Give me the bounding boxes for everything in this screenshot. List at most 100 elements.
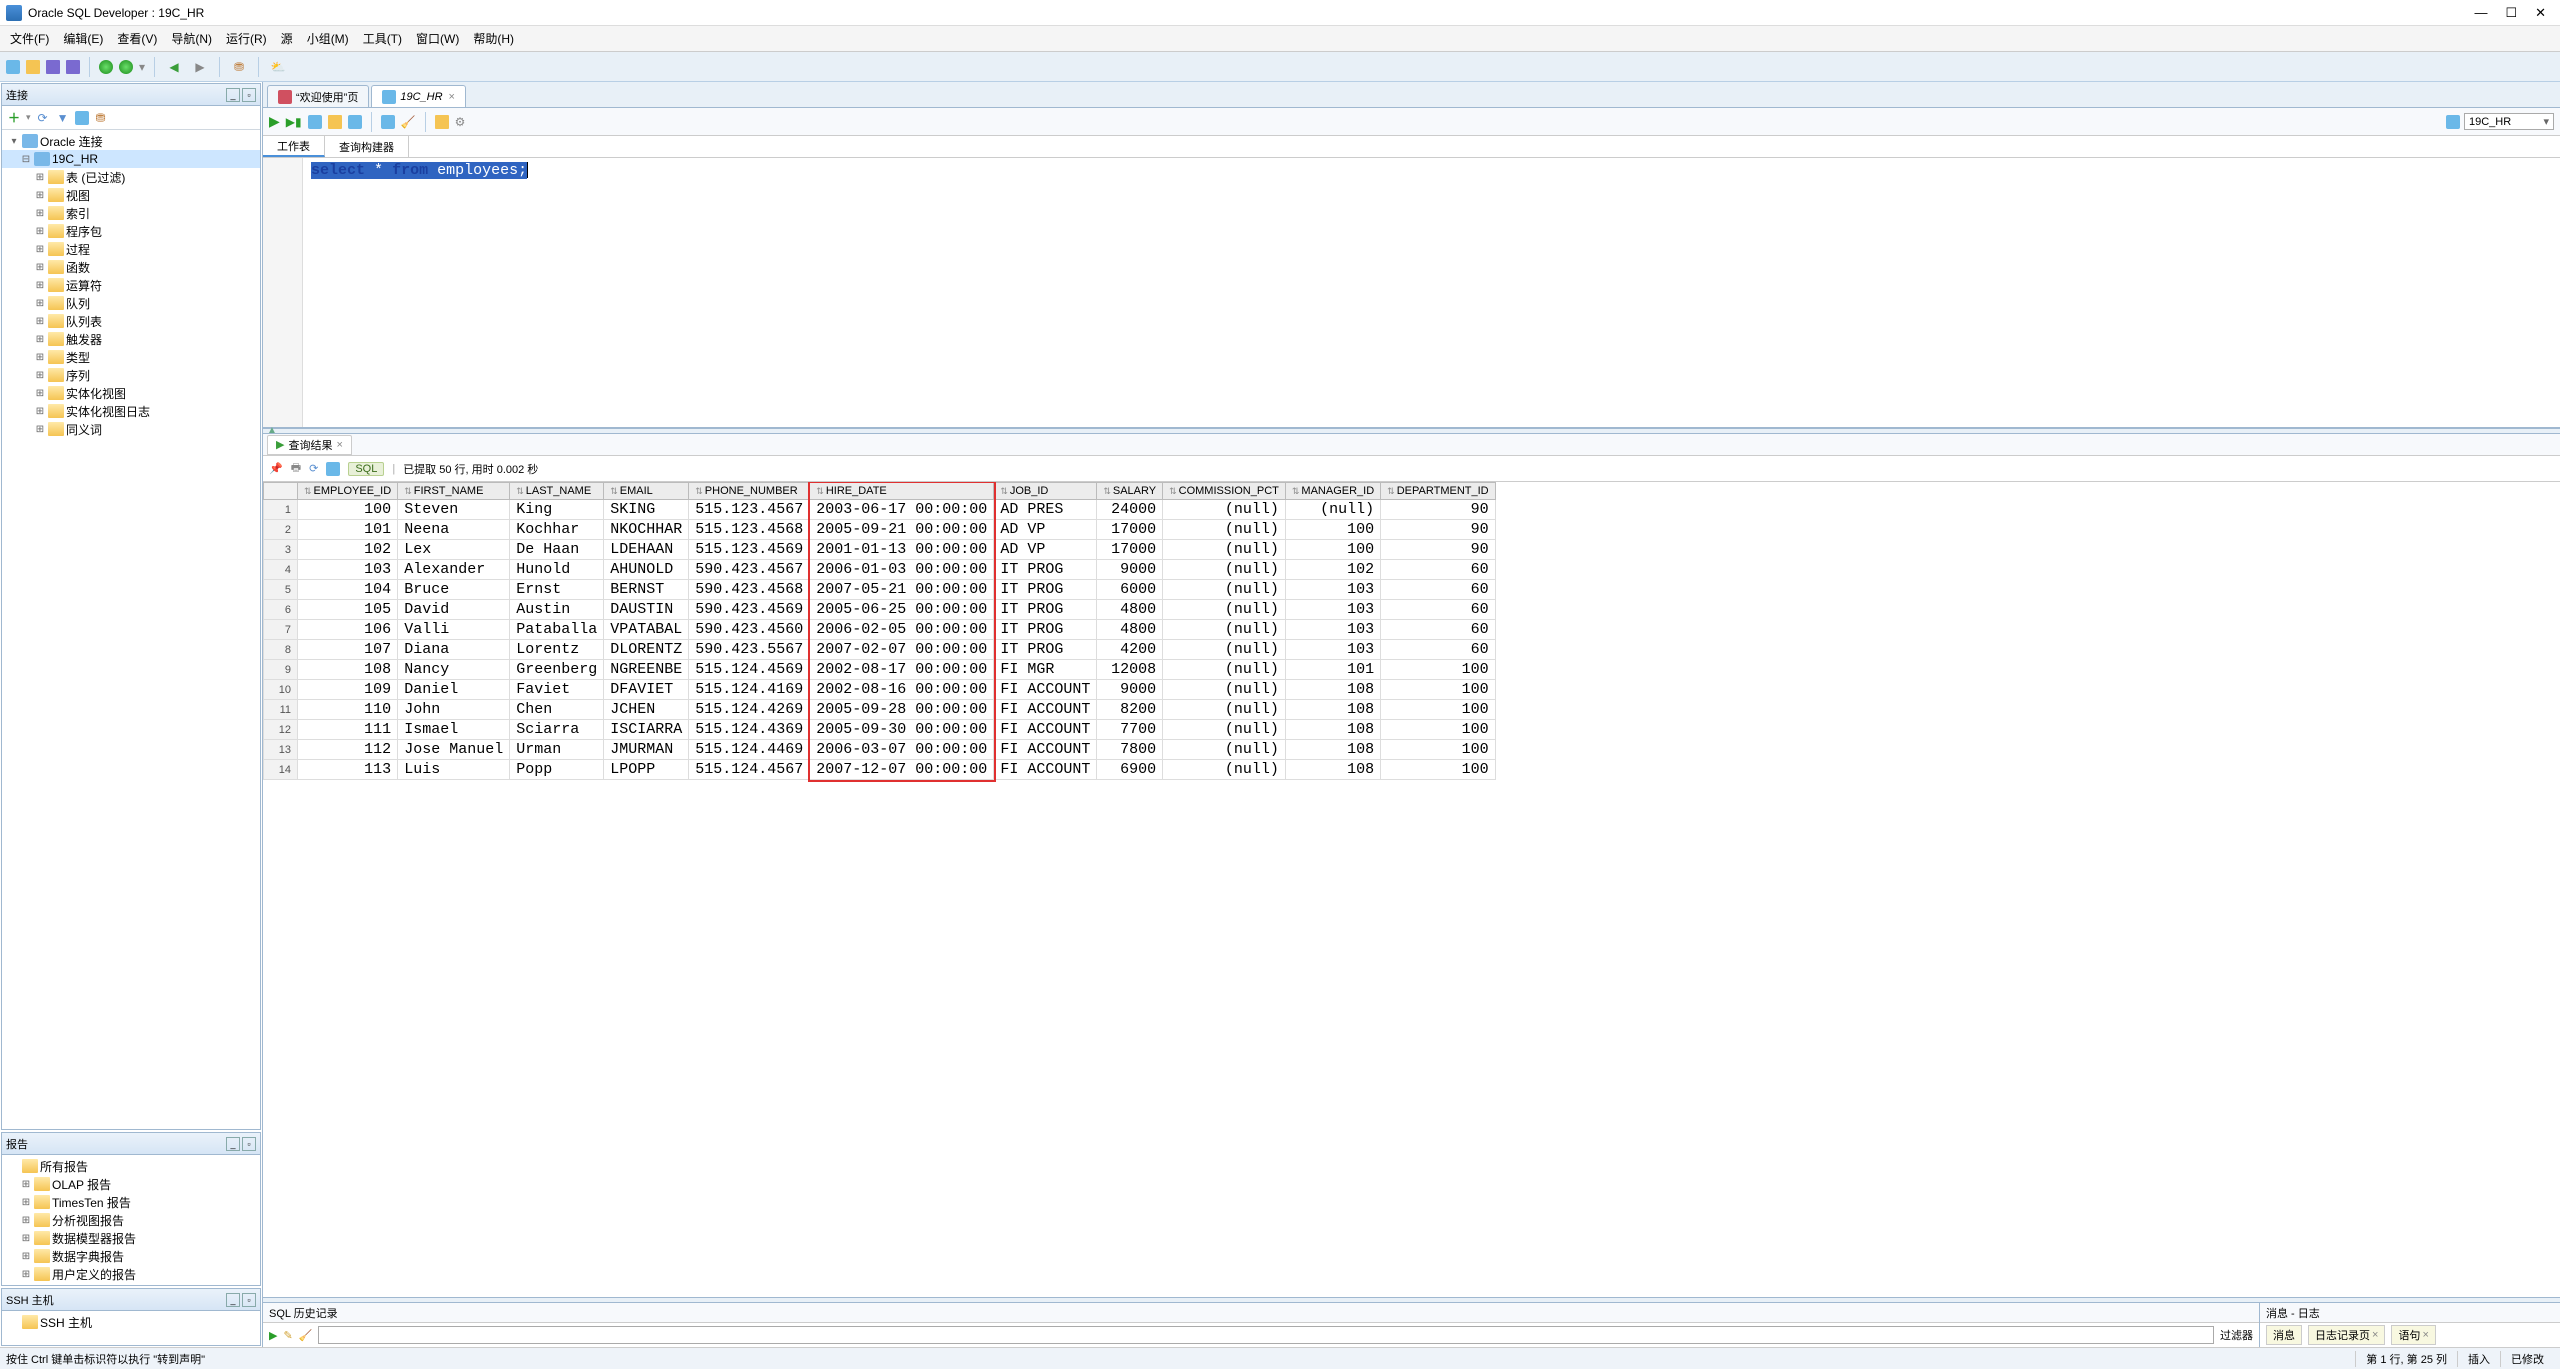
tree-node[interactable]: ⊞TimesTen 报告 xyxy=(2,1193,260,1211)
table-row[interactable]: 7106ValliPataballaVPATABAL590.423.456020… xyxy=(264,620,1496,640)
menu-item[interactable]: 导航(N) xyxy=(165,28,218,49)
run-statement-icon[interactable]: ▶ xyxy=(269,113,280,130)
import-icon[interactable]: ⛃ xyxy=(93,110,109,126)
table-row[interactable]: 12111IsmaelSciarraISCIARRA515.124.436920… xyxy=(264,720,1496,740)
close-button[interactable]: ✕ xyxy=(2535,5,2546,21)
menu-item[interactable]: 文件(F) xyxy=(4,28,55,49)
tree-node[interactable]: ⊞分析视图报告 xyxy=(2,1211,260,1229)
menu-item[interactable]: 小组(M) xyxy=(301,28,355,49)
snippets-icon[interactable]: ⚙ xyxy=(455,115,466,129)
menu-item[interactable]: 源 xyxy=(275,28,299,49)
column-header[interactable]: ⇅JOB_ID xyxy=(994,483,1097,500)
autotrace-icon[interactable] xyxy=(328,115,342,129)
tree-node[interactable]: ⊞数据模型器报告 xyxy=(2,1229,260,1247)
refresh-icon[interactable]: ⟳ xyxy=(35,110,51,126)
maximize-button[interactable]: ☐ xyxy=(2505,5,2517,21)
menu-item[interactable]: 运行(R) xyxy=(220,28,273,49)
tree-node[interactable]: ⊞程序包 xyxy=(2,222,260,240)
table-row[interactable]: 1100StevenKingSKING515.123.45672003-06-1… xyxy=(264,500,1496,520)
column-header[interactable]: ⇅PHONE_NUMBER xyxy=(689,483,810,500)
column-header[interactable]: ⇅HIRE_DATE xyxy=(810,483,994,500)
panel-close-icon[interactable]: ▫ xyxy=(242,1293,256,1307)
close-icon[interactable]: × xyxy=(449,91,455,103)
menu-item[interactable]: 编辑(E) xyxy=(57,28,109,49)
tree-node[interactable]: ⊞队列 xyxy=(2,294,260,312)
tree-node[interactable]: ⊞队列表 xyxy=(2,312,260,330)
clear-icon[interactable]: 🧹 xyxy=(401,115,416,129)
tree-node[interactable]: ⊞数据字典报告 xyxy=(2,1247,260,1265)
sql-history-icon[interactable] xyxy=(435,115,449,129)
results-grid[interactable]: ⇅EMPLOYEE_ID⇅FIRST_NAME⇅LAST_NAME⇅EMAIL⇅… xyxy=(263,482,2560,1297)
column-header[interactable]: ⇅COMMISSION_PCT xyxy=(1163,483,1286,500)
connection-node[interactable]: ⊟19C_HR xyxy=(2,150,260,168)
history-delete-icon[interactable]: ✎ xyxy=(283,1329,292,1342)
tree-node[interactable]: ⊞类型 xyxy=(2,348,260,366)
logging-tab[interactable]: 日志记录页 × xyxy=(2308,1325,2385,1345)
tree-node[interactable]: ⊞索引 xyxy=(2,204,260,222)
new-connection-icon[interactable]: ＋ xyxy=(6,110,22,126)
subtab-query-builder[interactable]: 查询构建器 xyxy=(325,136,409,157)
column-header[interactable]: ⇅LAST_NAME xyxy=(510,483,604,500)
reports-tree[interactable]: 所有报告 ⊞OLAP 报告⊞TimesTen 报告⊞分析视图报告⊞数据模型器报告… xyxy=(2,1155,260,1285)
tree-node[interactable]: ⊞实体化视图 xyxy=(2,384,260,402)
print-icon[interactable]: 🖶 xyxy=(291,459,301,478)
refresh-icon[interactable]: ⟳ xyxy=(309,462,318,475)
menu-item[interactable]: 工具(T) xyxy=(357,28,408,49)
menu-item[interactable]: 查看(V) xyxy=(111,28,163,49)
tree-node[interactable]: ⊞实体化视图日志 xyxy=(2,402,260,420)
commit-icon[interactable] xyxy=(348,115,362,129)
tree-node[interactable]: ⊞函数 xyxy=(2,258,260,276)
connections-tree[interactable]: ▾Oracle 连接 ⊟19C_HR ⊞表 (已过滤)⊞视图⊞索引⊞程序包⊞过程… xyxy=(2,130,260,1129)
table-row[interactable]: 4103AlexanderHunoldAHUNOLD590.423.456720… xyxy=(264,560,1496,580)
panel-minimize-icon[interactable]: _ xyxy=(226,88,240,102)
menu-item[interactable]: 窗口(W) xyxy=(410,28,465,49)
tree-node[interactable]: ⊞视图 xyxy=(2,186,260,204)
tree-node[interactable]: ⊞触发器 xyxy=(2,330,260,348)
sql-editor[interactable]: select * from employees; xyxy=(263,158,2560,428)
table-row[interactable]: 9108NancyGreenbergNGREENBE515.124.456920… xyxy=(264,660,1496,680)
panel-close-icon[interactable]: ▫ xyxy=(242,88,256,102)
ssh-tree[interactable]: SSH 主机 xyxy=(2,1311,260,1345)
open-icon[interactable] xyxy=(26,60,40,74)
rollback-icon[interactable] xyxy=(381,115,395,129)
statements-tab[interactable]: 语句 × xyxy=(2391,1325,2435,1345)
menu-item[interactable]: 帮助(H) xyxy=(467,28,520,49)
connection-selector[interactable]: 19C_HR ▾ xyxy=(2464,113,2554,130)
tree-node[interactable]: ⊞同义词 xyxy=(2,420,260,438)
column-header[interactable]: ⇅EMAIL xyxy=(604,483,689,500)
tree-node[interactable]: ⊞过程 xyxy=(2,240,260,258)
column-header[interactable]: ⇅EMPLOYEE_ID xyxy=(298,483,398,500)
tab-welcome[interactable]: “欢迎使用”页 xyxy=(267,85,369,107)
table-row[interactable]: 11110JohnChenJCHEN515.124.42692005-09-28… xyxy=(264,700,1496,720)
db-nav-icon[interactable]: ⛃ xyxy=(229,57,249,77)
table-row[interactable]: 14113LuisPoppLPOPP515.124.45672007-12-07… xyxy=(264,760,1496,780)
tns-icon[interactable] xyxy=(75,111,89,125)
panel-minimize-icon[interactable]: _ xyxy=(226,1137,240,1151)
table-row[interactable]: 10109DanielFavietDFAVIET515.124.41692002… xyxy=(264,680,1496,700)
new-icon[interactable] xyxy=(6,60,20,74)
tab-worksheet[interactable]: 19C_HR × xyxy=(371,85,466,107)
column-header[interactable]: ⇅DEPARTMENT_ID xyxy=(1381,483,1495,500)
save-all-icon[interactable] xyxy=(66,60,80,74)
cloud-icon[interactable]: ⛅ xyxy=(268,57,288,77)
forward-icon[interactable]: ▶ xyxy=(190,57,210,77)
history-filter-input[interactable] xyxy=(318,1326,2214,1344)
subtab-worksheet[interactable]: 工作表 xyxy=(263,136,325,157)
sql-chip[interactable]: SQL xyxy=(348,462,384,476)
redo-icon[interactable] xyxy=(119,60,133,74)
results-tab[interactable]: ▶ 查询结果 × xyxy=(267,435,352,455)
export-icon[interactable] xyxy=(326,462,340,476)
table-row[interactable]: 2101NeenaKochharNKOCHHAR515.123.45682005… xyxy=(264,520,1496,540)
panel-close-icon[interactable]: ▫ xyxy=(242,1137,256,1151)
tree-node[interactable]: ⊞表 (已过滤) xyxy=(2,168,260,186)
column-header[interactable]: ⇅FIRST_NAME xyxy=(398,483,510,500)
back-icon[interactable]: ◀ xyxy=(164,57,184,77)
table-row[interactable]: 3102LexDe HaanLDEHAAN515.123.45692001-01… xyxy=(264,540,1496,560)
explain-plan-icon[interactable] xyxy=(308,115,322,129)
table-row[interactable]: 5104BruceErnstBERNST590.423.45682007-05-… xyxy=(264,580,1496,600)
panel-minimize-icon[interactable]: _ xyxy=(226,1293,240,1307)
minimize-button[interactable]: — xyxy=(2474,5,2487,21)
undo-icon[interactable] xyxy=(99,60,113,74)
tree-node[interactable]: ⊞运算符 xyxy=(2,276,260,294)
table-row[interactable]: 6105DavidAustinDAUSTIN590.423.45692005-0… xyxy=(264,600,1496,620)
